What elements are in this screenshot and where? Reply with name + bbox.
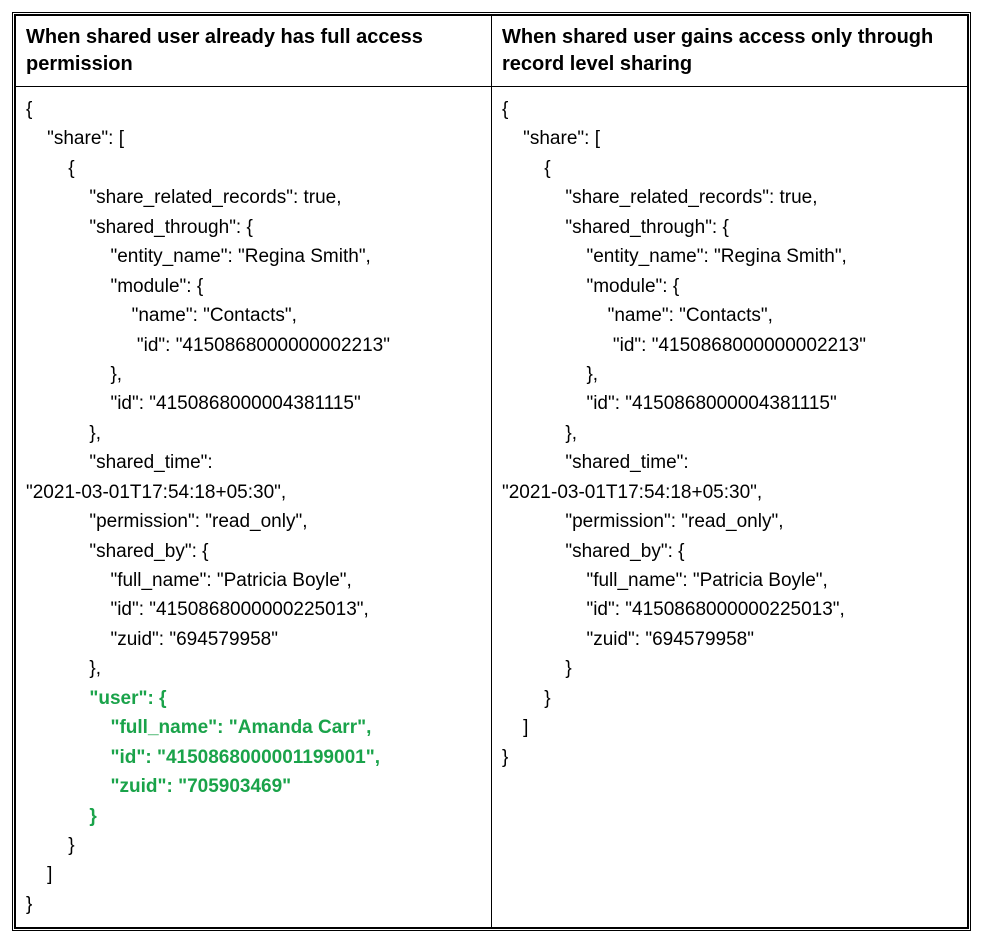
code-line: ] bbox=[26, 864, 52, 885]
code-line-highlight: "id": "4150868000001199001", bbox=[26, 747, 380, 768]
code-line: "share": [ bbox=[26, 128, 124, 149]
code-line: "id": "4150868000004381115" bbox=[26, 393, 361, 414]
code-line: "share": [ bbox=[502, 128, 600, 149]
code-line: "2021-03-01T17:54:18+05:30", bbox=[26, 482, 286, 503]
code-line: "permission": "read_only", bbox=[502, 511, 783, 532]
code-line: "full_name": "Patricia Boyle", bbox=[502, 570, 828, 591]
code-left: { "share": [ { "share_related_records": … bbox=[26, 95, 481, 919]
code-line: "shared_by": { bbox=[502, 541, 684, 562]
code-line: ] bbox=[502, 717, 528, 738]
code-line: "share_related_records": true, bbox=[26, 187, 342, 208]
cell-left: { "share": [ { "share_related_records": … bbox=[16, 87, 492, 928]
code-line: "shared_through": { bbox=[502, 217, 729, 238]
cell-right: { "share": [ { "share_related_records": … bbox=[492, 87, 968, 928]
code-line: "shared_by": { bbox=[26, 541, 208, 562]
code-line: { bbox=[502, 99, 508, 120]
code-line-highlight: "user": { bbox=[26, 688, 167, 709]
code-line: "2021-03-01T17:54:18+05:30", bbox=[502, 482, 762, 503]
code-line: }, bbox=[26, 364, 122, 385]
code-line: }, bbox=[502, 364, 598, 385]
code-line: }, bbox=[26, 423, 101, 444]
code-line: "id": "4150868000000225013", bbox=[502, 599, 845, 620]
code-line: "full_name": "Patricia Boyle", bbox=[26, 570, 352, 591]
code-line: }, bbox=[26, 658, 101, 679]
code-line: "zuid": "694579958" bbox=[26, 629, 278, 650]
header-right: When shared user gains access only throu… bbox=[492, 16, 968, 87]
code-line: { bbox=[502, 158, 551, 179]
code-line: { bbox=[26, 158, 75, 179]
code-line: } bbox=[26, 835, 75, 856]
code-line: { bbox=[26, 99, 32, 120]
code-line: "shared_time": bbox=[502, 452, 689, 473]
code-right: { "share": [ { "share_related_records": … bbox=[502, 95, 957, 772]
comparison-frame: When shared user already has full access… bbox=[12, 12, 971, 931]
code-line: } bbox=[502, 747, 508, 768]
code-line-highlight: } bbox=[26, 806, 97, 827]
code-line: "shared_time": bbox=[26, 452, 213, 473]
code-line: "id": "4150868000000002213" bbox=[26, 335, 390, 356]
code-line: "entity_name": "Regina Smith", bbox=[502, 246, 847, 267]
code-line-highlight: "zuid": "705903469" bbox=[26, 776, 291, 797]
code-line: }, bbox=[502, 423, 577, 444]
code-line: "share_related_records": true, bbox=[502, 187, 818, 208]
code-line: "entity_name": "Regina Smith", bbox=[26, 246, 371, 267]
comparison-table: When shared user already has full access… bbox=[15, 15, 968, 928]
code-line: "name": "Contacts", bbox=[26, 305, 297, 326]
code-line: "id": "4150868000000225013", bbox=[26, 599, 369, 620]
header-left: When shared user already has full access… bbox=[16, 16, 492, 87]
code-line: "permission": "read_only", bbox=[26, 511, 307, 532]
code-line: "shared_through": { bbox=[26, 217, 253, 238]
code-line: "name": "Contacts", bbox=[502, 305, 773, 326]
code-line: "module": { bbox=[502, 276, 679, 297]
code-line: "zuid": "694579958" bbox=[502, 629, 754, 650]
code-line: "id": "4150868000000002213" bbox=[502, 335, 866, 356]
code-line: "id": "4150868000004381115" bbox=[502, 393, 837, 414]
code-line: } bbox=[502, 658, 572, 679]
code-line: "module": { bbox=[26, 276, 203, 297]
code-line: } bbox=[502, 688, 551, 709]
code-line-highlight: "full_name": "Amanda Carr", bbox=[26, 717, 371, 738]
